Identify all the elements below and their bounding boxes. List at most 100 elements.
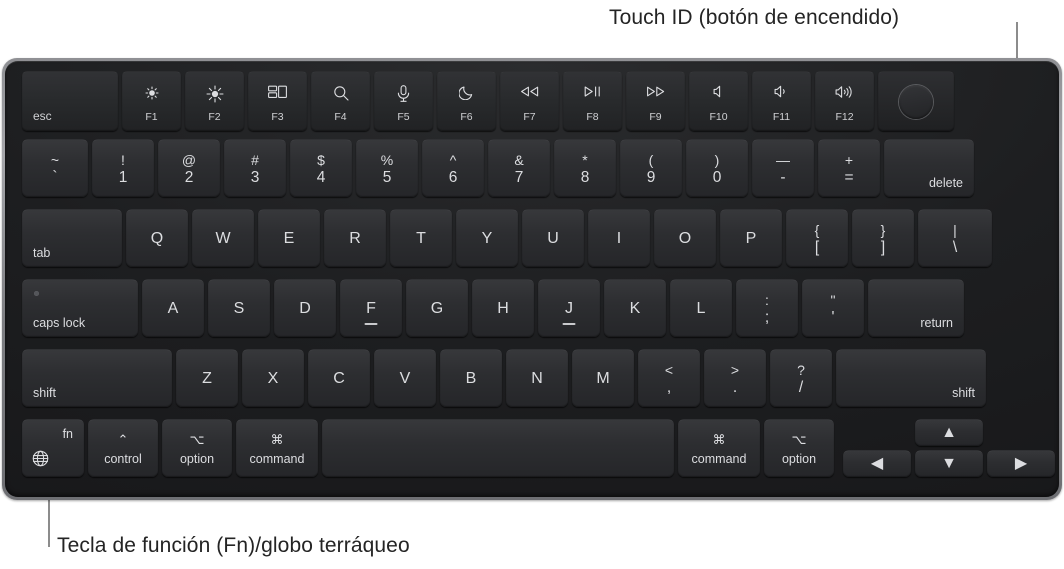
key-minus-underscore[interactable]: — - bbox=[752, 139, 814, 197]
key-letter-p[interactable]: P bbox=[720, 209, 782, 267]
key-shift-right[interactable]: shift bbox=[836, 349, 986, 407]
key-period-greaterthan[interactable]: >. bbox=[704, 349, 766, 407]
key-digit-2[interactable]: @2 bbox=[158, 139, 220, 197]
key-label-semicolon-colon-shifted: : bbox=[765, 291, 769, 308]
key-label-caps-lock: caps lock bbox=[33, 315, 86, 330]
key-quote-doublequote[interactable]: " ' bbox=[802, 279, 864, 337]
key-letter-u[interactable]: U bbox=[522, 209, 584, 267]
key-f2[interactable]: F2 bbox=[185, 71, 244, 131]
key-f3[interactable]: F3 bbox=[248, 71, 307, 131]
key-letter-o[interactable]: O bbox=[654, 209, 716, 267]
key-f11[interactable]: F11 bbox=[752, 71, 811, 131]
key-label-letter-e: E bbox=[283, 229, 295, 247]
key-letter-m[interactable]: M bbox=[572, 349, 634, 407]
key-letter-w[interactable]: W bbox=[192, 209, 254, 267]
key-label-period-greaterthan-shifted: > bbox=[730, 361, 740, 378]
key-control-left[interactable]: ⌃ control bbox=[88, 419, 158, 477]
key-grave-tilde[interactable]: ~ ` bbox=[22, 139, 88, 197]
key-f10[interactable]: F10 bbox=[689, 71, 748, 131]
keyboard-diagram: Touch ID (botón de encendido) Tecla de f… bbox=[0, 0, 1064, 569]
key-f6[interactable]: F6 bbox=[437, 71, 496, 131]
key-digit-0[interactable]: ) 0 bbox=[686, 139, 748, 197]
key-shift-left[interactable]: shift bbox=[22, 349, 172, 407]
key-letter-k[interactable]: K bbox=[604, 279, 666, 337]
key-label-f1: F1 bbox=[145, 110, 158, 123]
key-semicolon-colon[interactable]: :; bbox=[736, 279, 798, 337]
key-caps-lock[interactable]: caps lock bbox=[22, 279, 138, 337]
key-digit-1[interactable]: ! 1 bbox=[92, 139, 154, 197]
key-digit-8[interactable]: * 8 bbox=[554, 139, 616, 197]
key-digit-4[interactable]: $4 bbox=[290, 139, 352, 197]
key-f9[interactable]: F9 bbox=[626, 71, 685, 131]
key-arrow-left[interactable]: ◀ bbox=[843, 450, 911, 477]
key-letter-q[interactable]: Q bbox=[126, 209, 188, 267]
key-label-letter-i: I bbox=[616, 229, 622, 247]
key-letter-y[interactable]: Y bbox=[456, 209, 518, 267]
key-esc[interactable]: esc bbox=[22, 71, 118, 131]
key-command-left[interactable]: ⌘ command bbox=[236, 419, 318, 477]
key-command-right[interactable]: ⌘ command bbox=[678, 419, 760, 477]
key-letter-j[interactable]: J bbox=[538, 279, 600, 337]
key-letter-f[interactable]: F bbox=[340, 279, 402, 337]
key-label-letter-o: O bbox=[678, 229, 692, 247]
key-return[interactable]: return bbox=[868, 279, 964, 337]
key-f12[interactable]: F12 bbox=[815, 71, 874, 131]
key-slash-question[interactable]: ? / bbox=[770, 349, 832, 407]
key-comma-lessthan[interactable]: <, bbox=[638, 349, 700, 407]
key-arrow-down[interactable]: ▼ bbox=[915, 450, 983, 477]
key-label-digit-3: 3 bbox=[250, 169, 260, 187]
key-letter-r[interactable]: R bbox=[324, 209, 386, 267]
key-label-letter-d: D bbox=[299, 299, 311, 317]
key-arrow-up[interactable]: ▲ bbox=[915, 419, 983, 446]
key-f1[interactable]: F1 bbox=[122, 71, 181, 131]
key-delete[interactable]: delete bbox=[884, 139, 974, 197]
brightness-down-icon bbox=[122, 85, 181, 101]
key-letter-e[interactable]: E bbox=[258, 209, 320, 267]
key-digit-5[interactable]: % 5 bbox=[356, 139, 418, 197]
key-bracket-left[interactable]: {[ bbox=[786, 209, 848, 267]
key-touch-id[interactable] bbox=[878, 71, 954, 131]
key-letter-x[interactable]: X bbox=[242, 349, 304, 407]
key-letter-t[interactable]: T bbox=[390, 209, 452, 267]
key-digit-9[interactable]: (9 bbox=[620, 139, 682, 197]
key-letter-z[interactable]: Z bbox=[176, 349, 238, 407]
key-label-digit-0: 0 bbox=[712, 169, 722, 187]
key-label-letter-c: C bbox=[333, 369, 345, 387]
key-label-letter-t: T bbox=[416, 229, 426, 247]
key-label-digit-5: 5 bbox=[382, 169, 392, 187]
key-tab[interactable]: tab bbox=[22, 209, 122, 267]
key-letter-v[interactable]: V bbox=[374, 349, 436, 407]
key-digit-7[interactable]: & 7 bbox=[488, 139, 550, 197]
key-letter-b[interactable]: B bbox=[440, 349, 502, 407]
key-f5[interactable]: F5 bbox=[374, 71, 433, 131]
key-label-f7: F7 bbox=[523, 110, 536, 123]
key-label-digit-7: 7 bbox=[514, 169, 524, 187]
key-letter-s[interactable]: S bbox=[208, 279, 270, 337]
key-digit-6[interactable]: ^ 6 bbox=[422, 139, 484, 197]
key-letter-c[interactable]: C bbox=[308, 349, 370, 407]
key-label-command-right-symbol: ⌘ bbox=[712, 431, 726, 447]
key-letter-g[interactable]: G bbox=[406, 279, 468, 337]
key-letter-n[interactable]: N bbox=[506, 349, 568, 407]
key-letter-a[interactable]: A bbox=[142, 279, 204, 337]
mission-control-icon bbox=[248, 85, 307, 99]
key-letter-l[interactable]: L bbox=[670, 279, 732, 337]
key-f7[interactable]: F7 bbox=[500, 71, 559, 131]
touch-id-power-button-icon[interactable] bbox=[899, 84, 933, 119]
key-f8[interactable]: F8 bbox=[563, 71, 622, 131]
key-letter-i[interactable]: I bbox=[588, 209, 650, 267]
key-arrow-right[interactable]: ▶ bbox=[987, 450, 1055, 477]
key-label-esc: esc bbox=[33, 109, 52, 123]
key-option-left[interactable]: ⌥ option bbox=[162, 419, 232, 477]
key-letter-h[interactable]: H bbox=[472, 279, 534, 337]
key-option-right[interactable]: ⌥ option bbox=[764, 419, 834, 477]
key-letter-d[interactable]: D bbox=[274, 279, 336, 337]
key-f4[interactable]: F4 bbox=[311, 71, 370, 131]
key-digit-3[interactable]: #3 bbox=[224, 139, 286, 197]
key-space[interactable] bbox=[322, 419, 674, 477]
key-label-minus-underscore: - bbox=[780, 169, 786, 187]
key-equal-plus[interactable]: + = bbox=[818, 139, 880, 197]
key-fn-globe[interactable]: fn bbox=[22, 419, 84, 477]
key-backslash-pipe[interactable]: | \ bbox=[918, 209, 992, 267]
key-bracket-right[interactable]: }] bbox=[852, 209, 914, 267]
